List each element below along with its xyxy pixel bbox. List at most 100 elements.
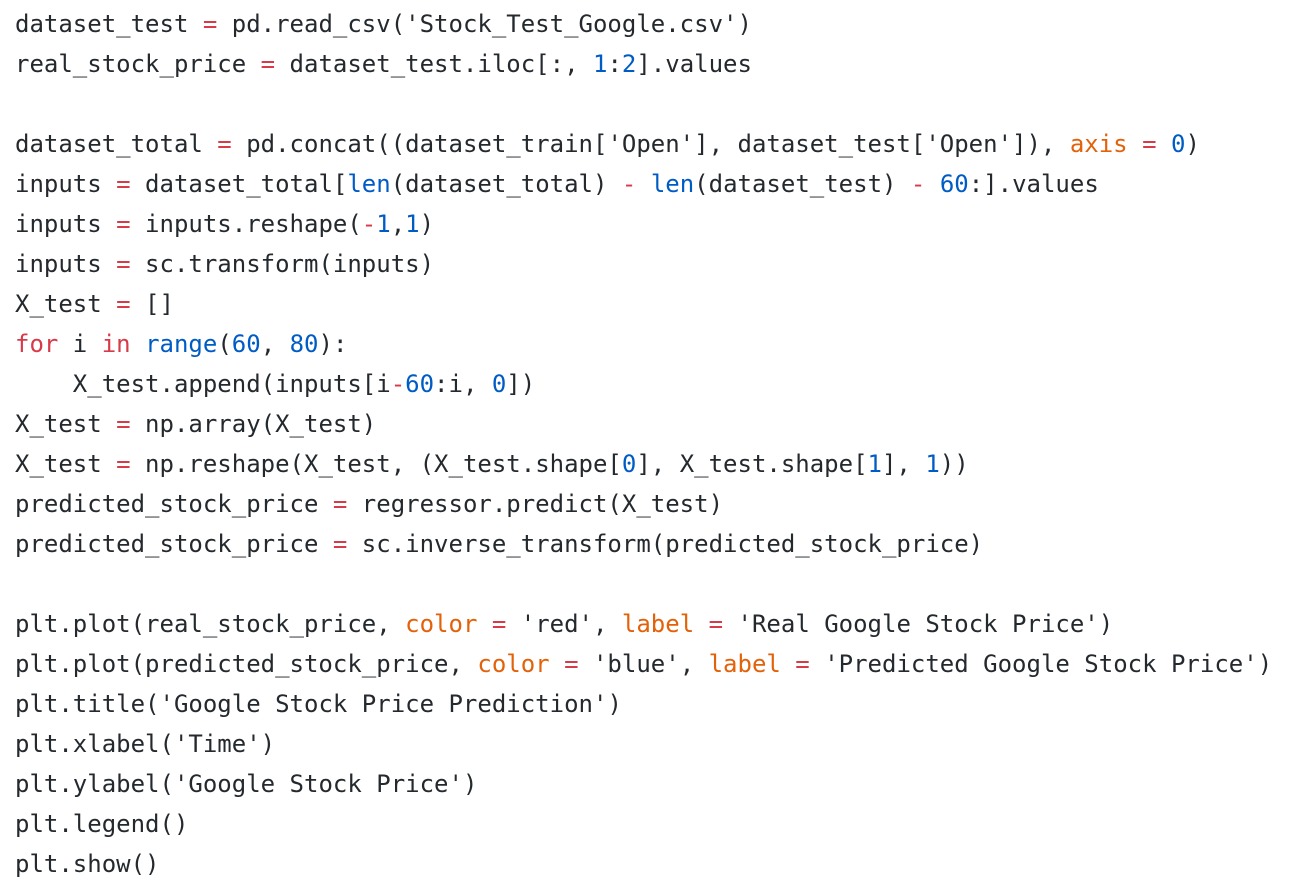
code-line: predicted_stock_price = sc.inverse_trans… (15, 524, 1306, 564)
code-number: 1 (376, 210, 391, 238)
code-line: plt.ylabel('Google Stock Price') (15, 764, 1306, 804)
code-text: , (593, 610, 622, 638)
code-text: pd.read_csv( (217, 10, 406, 38)
code-number: 1 (925, 450, 940, 478)
code-operator: = (116, 250, 131, 278)
code-line: X_test = np.reshape(X_test, (X_test.shap… (15, 444, 1306, 484)
code-text: ) (419, 210, 435, 238)
code-operator: = (217, 130, 232, 158)
code-text: X_test.append(inputs[i (15, 370, 391, 398)
code-operator: = (116, 170, 131, 198)
code-operator: = (116, 290, 131, 318)
code-text: inputs (15, 170, 117, 198)
code-string: 'Predicted Google Stock Price' (824, 650, 1258, 678)
code-keyword: in (101, 330, 131, 358)
code-string: 'red' (520, 610, 593, 638)
code-text: [] (130, 290, 174, 318)
code-text: (dataset_test) (694, 170, 911, 198)
code-param: axis (1069, 130, 1128, 158)
code-string: 'Real Google Stock Price' (737, 610, 1099, 638)
code-string: 'Google Stock Price' (173, 770, 463, 798)
code-line: dataset_total = pd.concat((dataset_train… (15, 124, 1306, 164)
code-line: ​ (15, 564, 1306, 604)
code-text: dataset_total[ (130, 170, 348, 198)
code-text: ], (881, 450, 926, 478)
code-text: dataset_test (15, 10, 203, 38)
code-operator: = (202, 10, 218, 38)
code-text: ].values (636, 50, 752, 78)
code-number: 60 (939, 170, 969, 198)
code-string: 'Open' (925, 130, 1013, 158)
code-text: np.reshape(X_test, (X_test.shape[ (130, 450, 622, 478)
code-operator: = (332, 490, 348, 518)
code-text: plt.plot(real_stock_price, (15, 610, 406, 638)
code-text: regressor.predict(X_test) (347, 490, 724, 518)
code-string: 'Google Stock Price Prediction' (159, 690, 608, 718)
code-text: ]), (1012, 130, 1070, 158)
code-keyword: for (15, 330, 59, 358)
code-line: inputs = dataset_total[len(dataset_total… (15, 164, 1306, 204)
code-operator: = (1142, 130, 1157, 158)
code-operator: = (116, 410, 131, 438)
code-text: : (607, 50, 622, 78)
code-number: 0 (621, 450, 637, 478)
code-operator: = (491, 610, 507, 638)
code-text: ( (217, 330, 232, 358)
code-text: i (58, 330, 102, 358)
code-string: 'Stock_Test_Google.csv' (405, 10, 738, 38)
code-operator: = (116, 450, 131, 478)
code-builtin: range (145, 330, 218, 358)
code-line: X_test.append(inputs[i-60:i, 0]) (15, 364, 1306, 404)
code-text: X_test (15, 290, 117, 318)
code-string: 'Open' (607, 130, 695, 158)
code-line: inputs = sc.transform(inputs) (15, 244, 1306, 284)
code-number: 2 (621, 50, 637, 78)
code-line: for i in range(60, 80): (15, 324, 1306, 364)
code-line: plt.legend() (15, 804, 1306, 844)
code-operator: - (910, 170, 926, 198)
code-text: X_test (15, 410, 117, 438)
code-operator: = (564, 650, 579, 678)
code-text: , (679, 650, 709, 678)
code-text: dataset_total (15, 130, 218, 158)
code-text: :].values (968, 170, 1099, 198)
code-text: , (390, 210, 406, 238)
code-param: color (477, 650, 550, 678)
code-text: pd.concat((dataset_train[ (231, 130, 608, 158)
code-text: ) (737, 10, 752, 38)
code-text: sc.inverse_transform(predicted_stock_pri… (347, 530, 984, 558)
code-text: ]) (506, 370, 536, 398)
code-text: ): (318, 330, 348, 358)
code-text: X_test (15, 450, 117, 478)
code-text: ) (607, 690, 622, 718)
code-operator: = (260, 50, 276, 78)
code-param: color (405, 610, 478, 638)
code-text: ) (462, 770, 478, 798)
code-string: 'Time' (173, 730, 261, 758)
code-param: label (621, 610, 695, 638)
code-number: 1 (592, 50, 608, 78)
code-text: plt.show() (15, 850, 160, 878)
code-line: plt.show() (15, 844, 1306, 884)
code-line: predicted_stock_price = regressor.predic… (15, 484, 1306, 524)
code-number: 0 (1170, 130, 1186, 158)
code-block: dataset_test = pd.read_csv('Stock_Test_G… (0, 0, 1306, 884)
code-text: plt.ylabel( (15, 770, 174, 798)
code-text: dataset_test.iloc[:, (275, 50, 593, 78)
code-text: sc.transform(inputs) (130, 250, 435, 278)
code-line: plt.title('Google Stock Price Prediction… (15, 684, 1306, 724)
code-text: inputs.reshape( (130, 210, 362, 238)
code-number: 60 (231, 330, 261, 358)
code-text: plt.legend() (15, 810, 189, 838)
code-operator: = (795, 650, 810, 678)
code-builtin: len (347, 170, 391, 198)
code-text: , (260, 330, 290, 358)
